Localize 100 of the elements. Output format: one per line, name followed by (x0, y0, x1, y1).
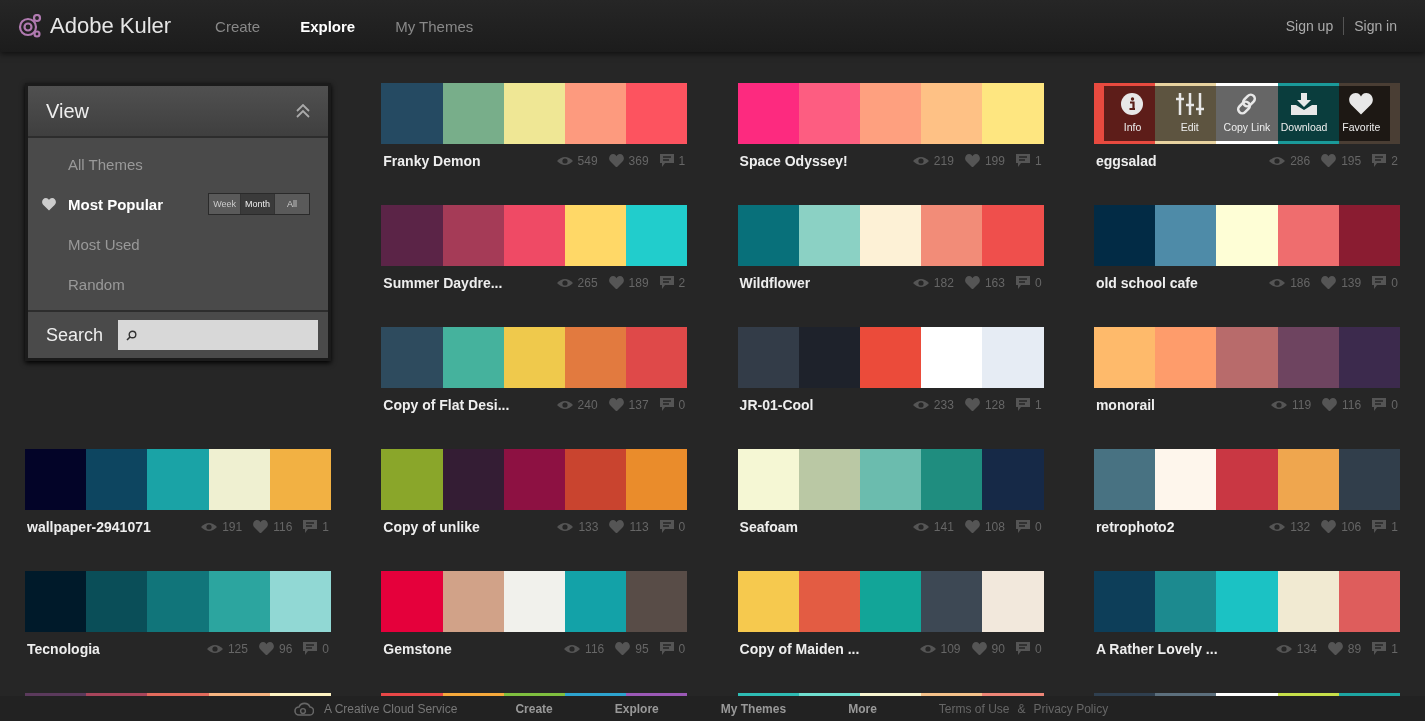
theme-name[interactable]: Franky Demon (383, 152, 481, 169)
eye-icon (564, 643, 581, 654)
color-swatch[interactable] (1093, 205, 1400, 266)
comment-icon (1372, 154, 1387, 167)
eye-icon (206, 643, 223, 654)
account-link[interactable]: Sign up (1275, 18, 1344, 34)
comment-icon (1015, 642, 1030, 655)
footer-link[interactable]: Create (515, 701, 553, 716)
heart-icon (608, 153, 624, 168)
eye-icon (556, 399, 573, 410)
comment-count: 0 (1034, 519, 1042, 534)
view-count: 182 (933, 275, 954, 290)
color-swatch[interactable] (737, 83, 1044, 144)
color-swatch[interactable] (25, 693, 331, 696)
color-swatch[interactable] (1093, 571, 1400, 632)
eye-icon (912, 399, 929, 410)
edit-button[interactable]: Edit (1161, 86, 1219, 141)
color-swatch[interactable] (381, 205, 688, 266)
comment-count: 1 (1034, 397, 1042, 412)
heart-icon (964, 153, 980, 168)
color-swatch[interactable] (737, 205, 1044, 266)
theme-name[interactable]: Copy of Maiden ... (739, 640, 860, 657)
theme-name[interactable]: Copy of unlike (383, 518, 480, 535)
nav-link[interactable]: Explore (300, 17, 356, 35)
comment-count: 2 (678, 275, 686, 290)
color-swatch[interactable] (737, 449, 1044, 510)
view-option[interactable]: Most Popular (68, 195, 163, 213)
link-icon (1235, 93, 1258, 115)
account-link[interactable]: Sign in (1344, 18, 1407, 34)
view-count: 132 (1290, 519, 1311, 534)
heart-icon (964, 397, 980, 412)
color-swatch[interactable] (381, 571, 688, 632)
theme-name[interactable]: Summer Daydre... (383, 274, 503, 291)
theme-name[interactable]: retrophoto2 (1095, 518, 1175, 535)
color-swatch[interactable] (737, 693, 1044, 696)
nav-link[interactable]: My Themes (395, 17, 474, 35)
theme-name[interactable]: eggsalad (1095, 152, 1157, 169)
range-tab[interactable]: Month (241, 194, 275, 214)
theme-name[interactable]: Wildflower (739, 274, 811, 291)
footer-link[interactable]: My Themes (720, 701, 787, 716)
sliders-icon (1175, 93, 1204, 115)
color-swatch[interactable] (1093, 693, 1400, 696)
color-swatch[interactable] (381, 693, 688, 696)
color-swatch[interactable] (25, 571, 331, 632)
download-button[interactable]: Download (1275, 86, 1333, 141)
color-swatch[interactable] (381, 449, 688, 510)
theme-name[interactable]: JR-01-Cool (739, 396, 814, 413)
comment-icon (1015, 154, 1030, 167)
theme-name[interactable]: monorail (1095, 396, 1155, 413)
logo-icon[interactable] (18, 14, 42, 38)
like-count: 163 (984, 275, 1005, 290)
footer-tagline: A Creative Cloud Service (324, 701, 458, 716)
link-button[interactable]: Copy Link (1218, 86, 1276, 141)
comment-count: 1 (1034, 153, 1042, 168)
color-swatch[interactable] (381, 327, 688, 388)
comment-count: 1 (1391, 641, 1398, 656)
comment-count: 1 (678, 153, 686, 168)
collapse-icon[interactable] (296, 104, 310, 118)
view-count: 141 (933, 519, 954, 534)
footer-link[interactable]: Explore (614, 701, 659, 716)
theme-name[interactable]: old school cafe (1095, 274, 1198, 291)
comment-icon (659, 398, 674, 411)
theme-name[interactable]: Seafoam (739, 518, 798, 535)
color-swatch[interactable] (1093, 327, 1400, 388)
eye-icon (912, 521, 929, 532)
like-count: 106 (1341, 519, 1362, 534)
theme-name[interactable]: A Rather Lovely ... (1095, 640, 1218, 657)
theme-name[interactable]: Gemstone (383, 640, 452, 657)
info-button[interactable]: Info (1103, 86, 1162, 141)
nav-link[interactable]: Create (215, 17, 261, 35)
color-swatch[interactable] (381, 83, 688, 144)
heart-icon (1321, 275, 1337, 290)
color-swatch[interactable] (25, 449, 331, 510)
like-count: 199 (984, 153, 1005, 168)
search-field[interactable] (118, 320, 318, 350)
theme-name[interactable]: Space Odyssey! (739, 152, 848, 169)
theme-name[interactable]: Tecnologia (27, 640, 100, 657)
like-count: 195 (1341, 153, 1362, 168)
heart-icon (1321, 519, 1337, 534)
range-tab[interactable]: All (275, 194, 309, 214)
favorite-button[interactable]: Favorite (1332, 86, 1390, 141)
color-swatch[interactable] (1093, 449, 1400, 510)
color-swatch[interactable] (737, 327, 1044, 388)
comment-icon (659, 642, 674, 655)
comment-count: 0 (678, 519, 686, 534)
eye-icon (919, 643, 936, 654)
comment-icon (303, 520, 318, 533)
download-icon (1291, 93, 1318, 115)
theme-name[interactable]: wallpaper-2941071 (27, 518, 151, 535)
eye-icon (201, 521, 218, 532)
separator-text: & (1017, 701, 1026, 716)
range-tab[interactable]: Week (209, 194, 241, 214)
comment-icon (659, 520, 674, 533)
theme-name[interactable]: Copy of Flat Desi... (383, 396, 510, 413)
comment-count: 0 (678, 641, 686, 656)
eye-icon (912, 277, 929, 288)
color-swatch[interactable] (737, 571, 1044, 632)
color-swatch[interactable]: Info Edit Copy Link Download Favorite (1093, 83, 1400, 144)
like-count: 369 (628, 153, 649, 168)
footer-link[interactable]: More (848, 701, 877, 716)
